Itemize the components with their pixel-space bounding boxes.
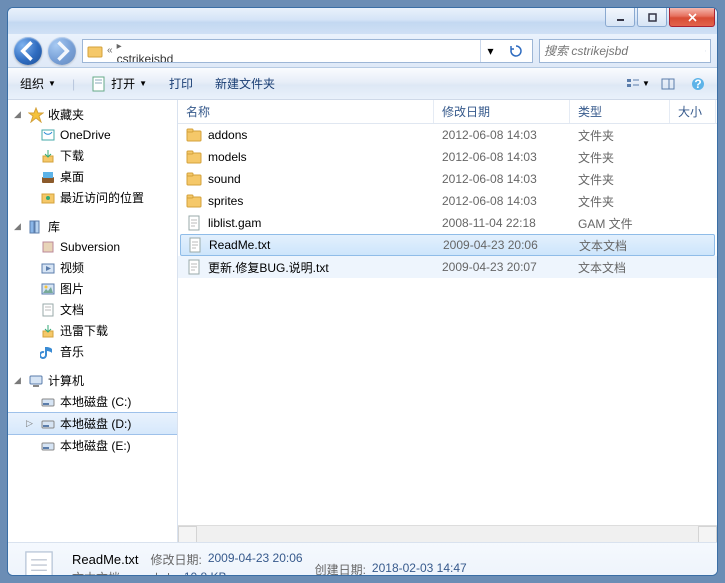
details-pane: ReadMe.txt 文本文档 修改日期:2009-04-23 20:06 大小… [8,542,717,576]
crumb[interactable]: cstrikejsbd [117,52,188,63]
explorer-window: « 本地磁盘 (D:)▸rjxz▸cstrikejsbd▸cstrikejsbd… [7,7,718,576]
file-row[interactable]: 更新.修复BUG.说明.txt2009-04-23 20:07文本文档 [178,256,717,278]
tree-item[interactable]: 文档 [8,299,177,320]
tree-drive[interactable]: 本地磁盘 (C:) [8,391,177,412]
search-box[interactable] [539,39,711,63]
tree-item[interactable]: Subversion [8,237,177,257]
file-row[interactable]: models2012-06-08 14:03文件夹 [178,146,717,168]
file-list[interactable]: addons2012-06-08 14:03文件夹models2012-06-0… [178,124,717,525]
file-icon [18,548,60,576]
tree-item[interactable]: 音乐 [8,341,177,362]
tree-item[interactable]: 桌面 [8,166,177,187]
tree-computer[interactable]: ◢计算机 [8,370,177,391]
organize-button[interactable]: 组织 ▼ [14,73,62,94]
chevron-right-icon[interactable]: ▸ [117,41,122,52]
folder-icon [186,127,202,143]
close-button[interactable] [669,8,715,27]
tree-drive[interactable]: ▷本地磁盘 (D:) [8,412,177,435]
col-type[interactable]: 类型 [570,100,670,123]
col-date[interactable]: 修改日期 [434,100,570,123]
folder-icon [186,171,202,187]
scrollbar-horizontal[interactable] [178,525,717,542]
txt-icon [187,237,203,253]
preview-pane-button[interactable] [655,73,681,95]
details-filename: ReadMe.txt [72,552,138,567]
address-bar: « 本地磁盘 (D:)▸rjxz▸cstrikejsbd▸cstrikejsbd… [8,34,717,68]
forward-button[interactable] [48,37,76,65]
column-header: 名称 修改日期 类型 大小 [178,100,717,124]
search-input[interactable] [544,44,701,58]
titlebar[interactable] [8,8,717,34]
nav-tree[interactable]: ◢收藏夹 OneDrive下载桌面最近访问的位置 ◢库 Subversion视频… [8,100,178,542]
tree-item[interactable]: 最近访问的位置 [8,187,177,208]
tree-item[interactable]: 下载 [8,145,177,166]
open-button[interactable]: 打开 ▼ [85,73,153,94]
txt-icon [186,259,202,275]
maximize-button[interactable] [637,8,667,27]
help-button[interactable]: ? [685,73,711,95]
tree-item[interactable]: 视频 [8,257,177,278]
print-button[interactable]: 打印 [163,73,199,94]
file-pane: 名称 修改日期 类型 大小 addons2012-06-08 14:03文件夹m… [178,100,717,542]
details-subtitle: 文本文档 [72,569,138,576]
new-folder-button[interactable]: 新建文件夹 [209,73,281,94]
search-icon [705,44,706,58]
notepad-icon [91,76,107,92]
back-button[interactable] [14,37,42,65]
chevron-left-icon[interactable]: « [107,45,113,56]
col-name[interactable]: 名称 [178,100,434,123]
breadcrumb-dropdown[interactable]: ▾ [480,40,500,62]
file-row[interactable]: ReadMe.txt2009-04-23 20:06文本文档 [180,234,715,256]
svg-text:?: ? [694,77,701,91]
tree-drive[interactable]: 本地磁盘 (E:) [8,435,177,456]
toolbar: 组织 ▼ | 打开 ▼ 打印 新建文件夹 ▼ ? [8,68,717,100]
minimize-button[interactable] [605,8,635,27]
tree-item[interactable]: 迅雷下载 [8,320,177,341]
folder-icon [87,43,103,59]
view-button[interactable]: ▼ [625,73,651,95]
col-size[interactable]: 大小 [670,100,716,123]
file-row[interactable]: addons2012-06-08 14:03文件夹 [178,124,717,146]
folder-icon [186,193,202,209]
file-row[interactable]: sound2012-06-08 14:03文件夹 [178,168,717,190]
tree-favorites[interactable]: ◢收藏夹 [8,104,177,125]
tree-item[interactable]: OneDrive [8,125,177,145]
tree-libraries[interactable]: ◢库 [8,216,177,237]
file-row[interactable]: sprites2012-06-08 14:03文件夹 [178,190,717,212]
file-row[interactable]: liblist.gam2008-11-04 22:18GAM 文件 [178,212,717,234]
breadcrumb[interactable]: « 本地磁盘 (D:)▸rjxz▸cstrikejsbd▸cstrikejsbd… [82,39,533,63]
folder-icon [186,149,202,165]
tree-item[interactable]: 图片 [8,278,177,299]
refresh-button[interactable] [504,40,528,62]
file-icon [186,215,202,231]
